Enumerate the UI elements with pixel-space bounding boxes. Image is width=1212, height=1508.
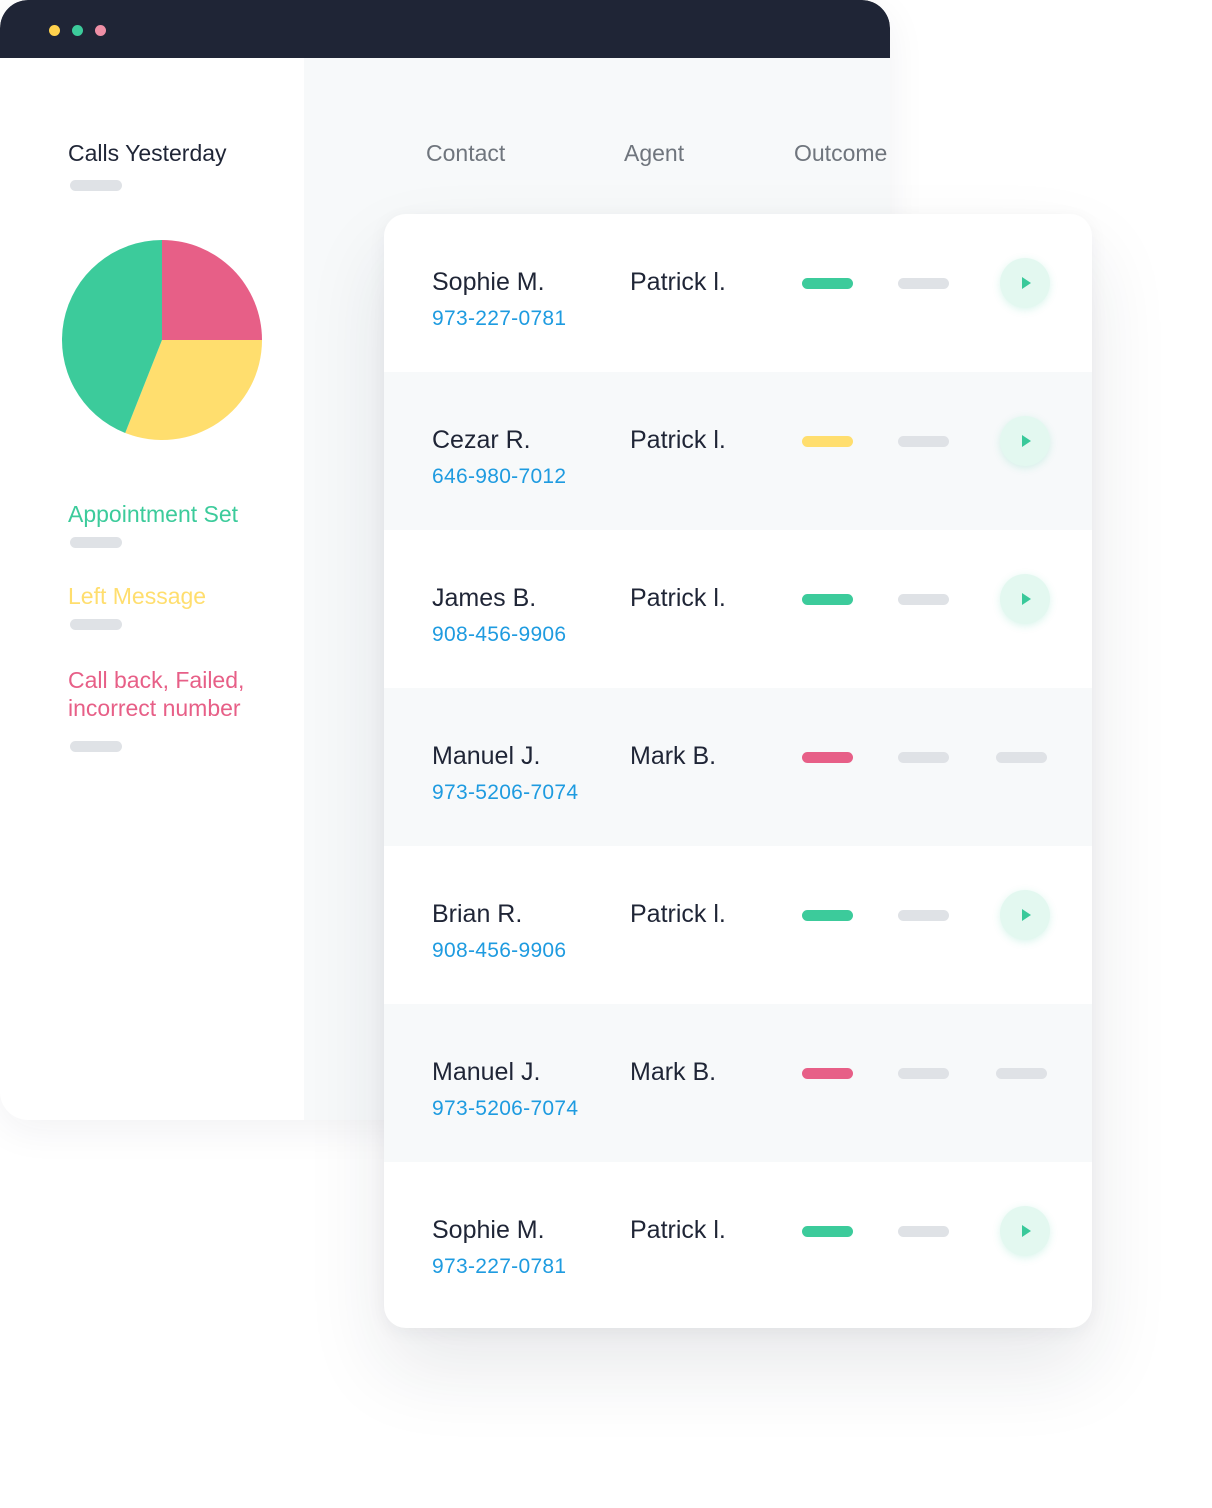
pie-slice-0 bbox=[162, 240, 262, 340]
table-row[interactable]: James B. 908-456-9906 Patrick l. bbox=[384, 530, 1092, 688]
agent-name: Patrick l. bbox=[630, 426, 726, 454]
legend-appointment-set: Appointment Set bbox=[68, 501, 239, 527]
contact-name: Sophie M. bbox=[432, 1216, 545, 1244]
placeholder-pill bbox=[996, 1068, 1047, 1079]
placeholder-pill bbox=[70, 619, 122, 630]
placeholder-pill bbox=[996, 752, 1047, 763]
legend-call-back: Call back, Failed, incorrect number bbox=[68, 667, 245, 721]
contact-name: Manuel J. bbox=[432, 1058, 541, 1086]
outcome-status-bar bbox=[802, 910, 853, 921]
outcome-status-bar bbox=[802, 1226, 853, 1237]
contact-phone-link[interactable]: 973-227-0781 bbox=[432, 1255, 566, 1279]
column-header-contact[interactable]: Contact bbox=[426, 140, 505, 167]
table-row[interactable]: Manuel J. 973-5206-7074 Mark B. bbox=[384, 688, 1092, 846]
agent-name: Patrick l. bbox=[630, 900, 726, 928]
table-row[interactable]: Sophie M. 973-227-0781 Patrick l. bbox=[384, 1162, 1092, 1320]
contact-phone-link[interactable]: 908-456-9906 bbox=[432, 939, 566, 963]
outcome-status-bar bbox=[802, 594, 853, 605]
play-recording-button[interactable] bbox=[1000, 416, 1050, 466]
play-icon bbox=[1022, 593, 1031, 605]
window-titlebar bbox=[0, 0, 890, 58]
agent-name: Mark B. bbox=[630, 1058, 717, 1086]
column-header-outcome[interactable]: Outcome bbox=[794, 140, 890, 167]
agent-name: Patrick l. bbox=[630, 1216, 726, 1244]
sidebar-title: Calls Yesterday bbox=[68, 140, 227, 166]
outcome-status-bar bbox=[802, 1068, 853, 1079]
legend-left-message: Left Message bbox=[68, 583, 207, 609]
placeholder-pill bbox=[898, 278, 949, 289]
play-recording-button[interactable] bbox=[1000, 890, 1050, 940]
placeholder-pill bbox=[898, 910, 949, 921]
table-row[interactable]: Brian R. 908-456-9906 Patrick l. bbox=[384, 846, 1092, 1004]
contact-phone-link[interactable]: 646-980-7012 bbox=[432, 465, 566, 489]
contact-phone-link[interactable]: 908-456-9906 bbox=[432, 623, 566, 647]
contact-phone-link[interactable]: 973-5206-7074 bbox=[432, 1097, 578, 1121]
contact-name: Manuel J. bbox=[432, 742, 541, 770]
placeholder-pill bbox=[70, 537, 122, 548]
play-icon bbox=[1022, 277, 1031, 289]
outcome-status-bar bbox=[802, 436, 853, 447]
contact-phone-link[interactable]: 973-227-0781 bbox=[432, 307, 566, 331]
play-recording-button[interactable] bbox=[1000, 574, 1050, 624]
table-row[interactable]: Manuel J. 973-5206-7074 Mark B. bbox=[384, 1004, 1092, 1162]
agent-name: Mark B. bbox=[630, 742, 717, 770]
placeholder-pill bbox=[898, 752, 949, 763]
window-dot-yellow[interactable] bbox=[49, 25, 60, 36]
play-recording-button[interactable] bbox=[1000, 258, 1050, 308]
window-dot-green[interactable] bbox=[72, 25, 83, 36]
placeholder-pill bbox=[70, 741, 122, 752]
placeholder-pill bbox=[898, 436, 949, 447]
contact-name: Sophie M. bbox=[432, 268, 545, 296]
calls-table-card: Sophie M. 973-227-0781 Patrick l. Cezar R. 6… bbox=[384, 214, 1092, 1328]
play-icon bbox=[1022, 1225, 1031, 1237]
agent-name: Patrick l. bbox=[630, 584, 726, 612]
window-dot-pink[interactable] bbox=[95, 25, 106, 36]
placeholder-pill bbox=[898, 594, 949, 605]
play-icon bbox=[1022, 435, 1031, 447]
contact-name: Brian R. bbox=[432, 900, 523, 928]
placeholder-pill bbox=[70, 180, 122, 191]
agent-name: Patrick l. bbox=[630, 268, 726, 296]
play-recording-button[interactable] bbox=[1000, 1206, 1050, 1256]
placeholder-pill bbox=[898, 1068, 949, 1079]
contact-name: James B. bbox=[432, 584, 537, 612]
play-icon bbox=[1022, 909, 1031, 921]
calls-pie-chart bbox=[62, 240, 262, 440]
contact-phone-link[interactable]: 973-5206-7074 bbox=[432, 781, 578, 805]
table-row[interactable]: Cezar R. 646-980-7012 Patrick l. bbox=[384, 372, 1092, 530]
column-header-agent[interactable]: Agent bbox=[624, 140, 684, 167]
contact-name: Cezar R. bbox=[432, 426, 531, 454]
outcome-status-bar bbox=[802, 278, 853, 289]
table-row[interactable]: Sophie M. 973-227-0781 Patrick l. bbox=[384, 214, 1092, 372]
placeholder-pill bbox=[898, 1226, 949, 1237]
outcome-status-bar bbox=[802, 752, 853, 763]
